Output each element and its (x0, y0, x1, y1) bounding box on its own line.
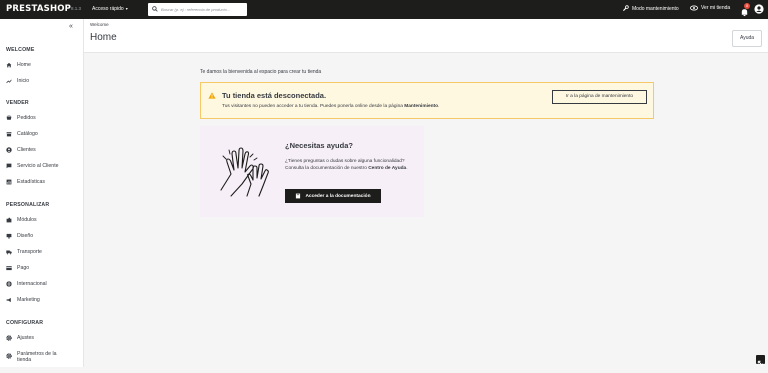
book-icon (296, 193, 301, 199)
sidebar-section-vender: VENDER (6, 100, 29, 106)
sidebar-item-transporte[interactable]: Transporte (6, 249, 42, 255)
sidebar-item-servicio-cliente[interactable]: Servicio al Cliente (6, 163, 59, 169)
chart-icon (6, 179, 12, 185)
help-card-text-suffix: . (406, 166, 408, 171)
access-documentation-button[interactable]: Acceder a la documentación (285, 189, 381, 203)
sidebar-item-label: Inicio (17, 78, 30, 84)
chevron-down-icon: ▾ (125, 6, 128, 11)
sidebar-item-label: Módulos (17, 217, 37, 223)
sidebar-item-label: Transporte (17, 249, 42, 255)
sidebar-item-label: Diseño (17, 233, 34, 239)
sidebar-item-label: Parámetros de la tienda (17, 351, 57, 363)
maintenance-mode-link[interactable]: Modo mantenimiento (622, 5, 679, 12)
collapse-sidebar-icon[interactable]: « (69, 23, 73, 30)
alert-title: Tu tienda está desconectada. (222, 91, 327, 100)
store-icon (6, 132, 12, 137)
notifications-button[interactable]: 0 (740, 3, 750, 17)
eye-icon (690, 5, 698, 11)
sidebar-item-label: Servicio al Cliente (17, 163, 59, 169)
sidebar-item-clientes[interactable]: Clientes (6, 147, 36, 153)
cart-icon (6, 115, 12, 120)
gear-icon (6, 335, 12, 341)
view-shop-link[interactable]: Ver mi tienda (690, 5, 730, 11)
floating-widget-button[interactable] (756, 355, 765, 367)
trending-icon (6, 79, 12, 84)
sidebar-section-configurar: CONFIGURAR (6, 320, 44, 326)
sidebar-item-label: Clientes (17, 147, 36, 153)
help-card-text: ¿Tienes preguntas o dudas sobre alguna f… (285, 158, 411, 172)
quick-access-label: Acceso rápido (92, 6, 124, 12)
sidebar-item-diseno[interactable]: Diseño (6, 233, 33, 239)
sidebar-item-pago[interactable]: Pago (6, 265, 29, 271)
sidebar-section-welcome: WELCOME (6, 47, 35, 53)
user-account-icon[interactable] (754, 4, 764, 14)
search-icon (152, 6, 158, 12)
sidebar-item-parametros-tienda[interactable]: Parámetros de la tienda (6, 351, 61, 363)
sidebar-item-label: Pago (17, 265, 30, 271)
sidebar-item-estadisticas[interactable]: Estadísticas (6, 179, 45, 185)
sidebar-item-label: Pedidos (17, 115, 36, 121)
page-header: Welcome Home Ayuda (84, 19, 768, 53)
sidebar-item-pedidos[interactable]: Pedidos (6, 115, 36, 121)
sidebar-item-ajustes[interactable]: Ajustes (6, 335, 34, 341)
sidebar-item-modulos[interactable]: Módulos (6, 217, 37, 223)
globe-icon (6, 281, 12, 287)
sidebar-item-label: Ajustes (17, 335, 35, 341)
sidebar-item-label: Estadísticas (17, 179, 45, 185)
alert-text-suffix: . (438, 104, 440, 109)
maintenance-mode-label: Modo mantenimiento (632, 5, 679, 12)
sidebar-item-marketing[interactable]: Marketing (6, 297, 40, 303)
go-to-maintenance-button[interactable]: Ir a la página de mantenimiento (552, 90, 647, 104)
alert-text: Tus visitantes no pueden acceder a tu ti… (222, 104, 439, 109)
shop-offline-alert: Tu tienda está desconectada. Tus visitan… (200, 82, 654, 119)
sidebar-item-internacional[interactable]: Internacional (6, 281, 47, 287)
sidebar-item-inicio[interactable]: Inicio (6, 78, 29, 84)
wrench-icon (623, 5, 629, 11)
desktop-icon (6, 233, 12, 239)
warning-icon (208, 92, 216, 99)
version-label: 8.1.3 (71, 6, 82, 11)
home-icon (6, 62, 12, 68)
puzzle-icon (6, 217, 12, 223)
brand-logo[interactable]: PRESTASHOP (6, 4, 71, 14)
gear-icon (6, 353, 12, 359)
alert-text-prefix: Tus visitantes no pueden acceder a tu ti… (222, 104, 405, 109)
sidebar-section-personalizar: PERSONALIZAR (6, 202, 50, 208)
help-button[interactable]: Ayuda (732, 30, 762, 47)
help-card: ¿Necesitas ayuda? ¿Tienes preguntas o du… (200, 126, 424, 217)
quick-access-dropdown[interactable]: Acceso rápido ▾ (92, 6, 128, 12)
help-center-link[interactable]: Centro de Ayuda (368, 166, 406, 171)
sidebar-item-label: Internacional (17, 281, 47, 287)
maintenance-page-link[interactable]: Mantenimiento (404, 104, 438, 109)
sidebar: « WELCOME Home Inicio VENDER Pedidos Cat… (0, 19, 84, 367)
card-icon (6, 266, 12, 271)
view-shop-label: Ver mi tienda (701, 5, 731, 11)
truck-icon (6, 250, 12, 255)
megaphone-icon (6, 297, 11, 303)
sidebar-item-label: Marketing (17, 297, 40, 303)
access-documentation-label: Acceder a la documentación (305, 193, 371, 199)
sidebar-item-home[interactable]: Home (6, 62, 31, 68)
search-input[interactable]: Buscar (p. ej.: referencia de producto..… (148, 3, 247, 16)
notifications-badge: 0 (744, 3, 750, 9)
sidebar-item-label: Catálogo (17, 131, 38, 137)
chat-icon (6, 163, 12, 169)
welcome-text: Te damos la bienvenida al espacio para c… (200, 69, 322, 75)
sidebar-item-label: Home (17, 62, 31, 68)
raised-hands-illustration (220, 147, 269, 197)
breadcrumb[interactable]: Welcome (90, 22, 109, 27)
search-placeholder: Buscar (p. ej.: referencia de producto..… (161, 7, 231, 12)
page-title: Home (90, 32, 117, 43)
sidebar-item-catalogo[interactable]: Catálogo (6, 131, 38, 137)
account-icon (6, 147, 12, 153)
top-bar: PRESTASHOP 8.1.3 Acceso rápido ▾ Buscar (… (0, 0, 768, 19)
help-card-title: ¿Necesitas ayuda? (285, 141, 353, 150)
